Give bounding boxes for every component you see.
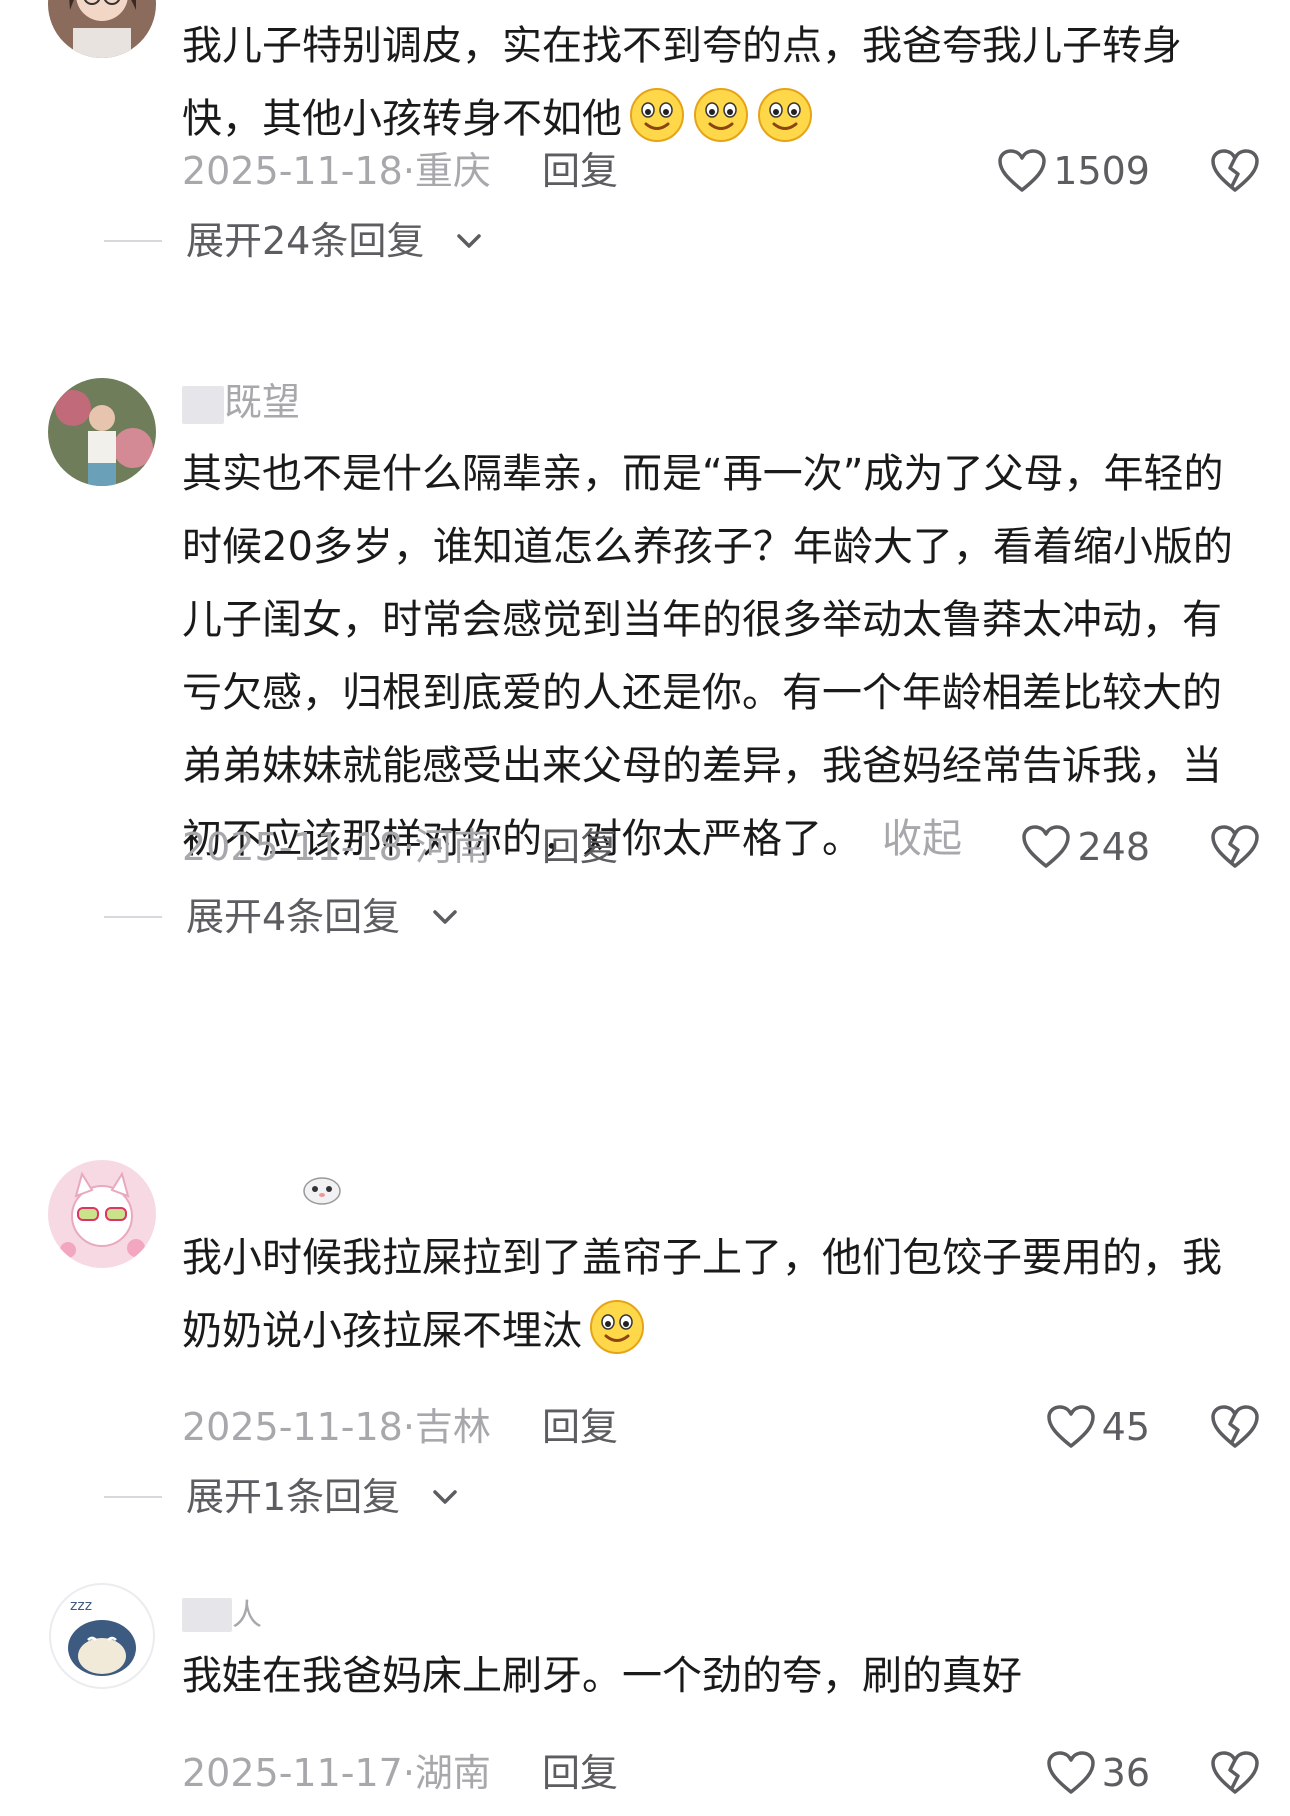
smile-emoji xyxy=(582,1308,646,1354)
divider-line xyxy=(104,240,162,242)
comment-text: 我儿子特别调皮，实在找不到夸的点，我爸夸我儿子转身快，其他小孩转身不如他 xyxy=(182,23,1182,142)
comment-date-location: 2025-11-18·河南 xyxy=(182,825,491,869)
dislike-button[interactable] xyxy=(1210,1750,1260,1808)
comment-text: 我小时候我拉屎拉到了盖帘子上了，他们包饺子要用的，我奶奶说小孩拉屎不埋汰 xyxy=(182,1235,1222,1354)
comment-username[interactable]: 既望 xyxy=(182,380,300,424)
comment-username[interactable] xyxy=(300,1170,344,1214)
comment-meta: 2025-11-17·湖南 回复 36 xyxy=(182,1748,1290,1798)
reply-button[interactable]: 回复 xyxy=(542,1402,618,1452)
like-count: 248 xyxy=(1077,825,1150,869)
avatar[interactable]: zzz xyxy=(48,1582,156,1690)
name-mask xyxy=(182,385,224,424)
like-button[interactable]: 45 xyxy=(1046,1402,1150,1452)
name-mask xyxy=(182,1597,232,1632)
reply-button[interactable]: 回复 xyxy=(542,146,618,196)
expand-replies-label: 展开24条回复 xyxy=(186,219,425,263)
reply-button[interactable]: 回复 xyxy=(542,1748,618,1798)
expand-replies-button[interactable]: 展开24条回复 xyxy=(104,216,482,266)
chevron-down-icon xyxy=(432,1488,458,1506)
dislike-button[interactable] xyxy=(1210,824,1260,882)
comment-date-location: 2025-11-17·湖南 xyxy=(182,1751,491,1795)
comment-text: 其实也不是什么隔辈亲，而是“再一次”成为了父母，年轻的时候20多岁，谁知道怎么养… xyxy=(182,451,1233,862)
comment-username[interactable]: 人 xyxy=(182,1590,262,1638)
like-button[interactable]: 36 xyxy=(1046,1748,1150,1798)
reply-button[interactable]: 回复 xyxy=(542,822,618,872)
comment-meta: 2025-11-18·吉林 回复 45 xyxy=(182,1402,1290,1452)
expand-replies-button[interactable]: 展开1条回复 xyxy=(104,1472,458,1522)
svg-text:zzz: zzz xyxy=(70,1598,92,1614)
chevron-down-icon xyxy=(432,908,458,926)
dislike-button[interactable] xyxy=(1210,1404,1260,1462)
broken-heart-icon xyxy=(1210,148,1260,194)
expand-replies-label: 展开1条回复 xyxy=(186,1475,401,1519)
like-count: 36 xyxy=(1101,1751,1150,1795)
broken-heart-icon xyxy=(1210,824,1260,870)
divider-line xyxy=(104,1496,162,1498)
expand-replies-button[interactable]: 展开4条回复 xyxy=(104,892,458,942)
like-button[interactable]: 248 xyxy=(1021,822,1150,872)
chevron-down-icon xyxy=(456,232,482,250)
smile-emoji xyxy=(622,96,814,142)
avatar[interactable] xyxy=(48,378,156,486)
broken-heart-icon xyxy=(1210,1750,1260,1796)
dislike-button[interactable] xyxy=(1210,148,1260,206)
bunny-emoji xyxy=(303,1177,341,1205)
like-count: 45 xyxy=(1101,1405,1150,1449)
comment-date-location: 2025-11-18·吉林 xyxy=(182,1405,491,1449)
heart-icon xyxy=(1046,1404,1096,1450)
comment-text: 我娃在我爸妈床上刷牙。一个劲的夸，刷的真好 xyxy=(182,1653,1022,1699)
heart-icon xyxy=(997,148,1047,194)
like-count: 1509 xyxy=(1053,149,1150,193)
comment-date-location: 2025-11-18·重庆 xyxy=(182,149,491,193)
comment-meta: 2025-11-18·河南 回复 248 xyxy=(182,822,1290,872)
like-button[interactable]: 1509 xyxy=(997,146,1150,196)
expand-replies-label: 展开4条回复 xyxy=(186,895,401,939)
heart-icon xyxy=(1046,1750,1096,1796)
divider-line xyxy=(104,916,162,918)
avatar[interactable] xyxy=(48,0,156,58)
comment-meta: 2025-11-18·重庆 回复 1509 xyxy=(182,146,1290,196)
broken-heart-icon xyxy=(1210,1404,1260,1450)
avatar[interactable] xyxy=(48,1160,156,1268)
heart-icon xyxy=(1021,824,1071,870)
